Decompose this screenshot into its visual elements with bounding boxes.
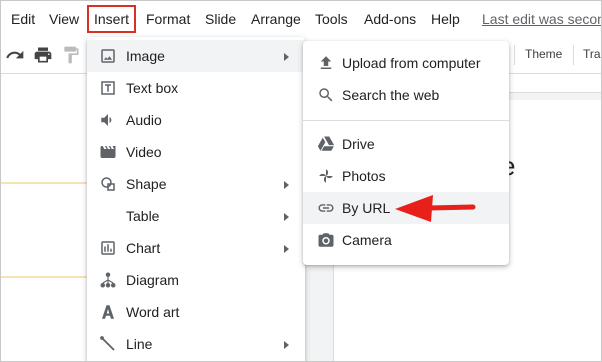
insert-word-art-item[interactable]: Word art [87, 296, 305, 328]
slide-thumbnail-panel [1, 74, 93, 361]
menu-edit[interactable]: Edit [6, 5, 40, 33]
toolbar-divider [514, 45, 515, 65]
menu-arrange[interactable]: Arrange [246, 5, 306, 33]
menu-insert[interactable]: Insert [87, 5, 137, 33]
shape-icon [101, 177, 115, 191]
insert-image-label: Image [126, 48, 165, 64]
upload-from-computer-label: Upload from computer [342, 55, 481, 71]
theme-button[interactable]: Theme [525, 47, 562, 61]
insert-image-item[interactable]: Image [87, 40, 305, 72]
insert-audio-item[interactable]: Audio [87, 104, 305, 136]
print-icon[interactable] [33, 45, 53, 65]
insert-word-art-label: Word art [126, 304, 180, 320]
drive-item[interactable]: Drive [303, 128, 509, 160]
chart-icon [101, 241, 115, 255]
submenu-arrow-icon [284, 213, 289, 221]
menu-view[interactable]: View [44, 5, 84, 33]
redo-icon[interactable] [5, 45, 25, 65]
last-edit-link[interactable]: Last edit was seconds ago [482, 5, 601, 33]
menu-help[interactable]: Help [426, 5, 465, 33]
insert-line-item[interactable]: Line [87, 328, 305, 360]
insert-diagram-label: Diagram [126, 272, 179, 288]
by-url-item[interactable]: By URL [303, 192, 509, 224]
submenu-arrow-icon [284, 181, 289, 189]
insert-menu: Image Text box Audio Video Shape Table C… [87, 37, 305, 361]
insert-chart-label: Chart [126, 240, 161, 256]
photos-item[interactable]: Photos [303, 160, 509, 192]
insert-shape-label: Shape [126, 176, 167, 192]
insert-table-label: Table [126, 208, 160, 224]
text-box-icon [101, 81, 115, 95]
audio-icon [101, 114, 112, 126]
insert-chart-item[interactable]: Chart [87, 232, 305, 264]
insert-table-item[interactable]: Table [87, 200, 305, 232]
search-the-web-label: Search the web [342, 87, 440, 103]
photos-label: Photos [342, 168, 386, 184]
camera-label: Camera [342, 232, 392, 248]
menu-add-ons[interactable]: Add-ons [359, 5, 421, 33]
app-window: Edit View Insert Format Slide Arrange To… [0, 0, 602, 362]
upload-icon [320, 56, 332, 69]
insert-diagram-item[interactable]: Diagram [87, 264, 305, 296]
menu-format[interactable]: Format [141, 5, 195, 33]
transition-button[interactable]: Transition [583, 47, 601, 61]
image-submenu: Upload from computer Search the web Driv… [303, 41, 509, 265]
submenu-arrow-icon [284, 53, 289, 61]
upload-from-computer-item[interactable]: Upload from computer [303, 47, 509, 79]
camera-icon [318, 233, 334, 247]
video-icon [100, 146, 116, 158]
insert-text-box-item[interactable]: Text box [87, 72, 305, 104]
submenu-arrow-icon [284, 245, 289, 253]
word-art-icon [102, 305, 114, 319]
link-icon [318, 204, 334, 212]
menu-tools[interactable]: Tools [310, 5, 353, 33]
toolbar-divider [573, 45, 574, 65]
diagram-icon [100, 272, 116, 288]
photos-icon [319, 169, 333, 183]
insert-line-label: Line [126, 336, 153, 352]
by-url-label: By URL [342, 200, 391, 216]
search-icon [319, 88, 333, 102]
search-the-web-item[interactable]: Search the web [303, 79, 509, 111]
image-icon [101, 49, 115, 63]
insert-video-item[interactable]: Video [87, 136, 305, 168]
submenu-arrow-icon [284, 341, 289, 349]
menu-bar: Edit View Insert Format Slide Arrange To… [1, 1, 601, 37]
drive-label: Drive [342, 136, 375, 152]
camera-item[interactable]: Camera [303, 224, 509, 256]
paint-format-icon[interactable] [61, 45, 81, 65]
insert-shape-item[interactable]: Shape [87, 168, 305, 200]
line-icon [100, 336, 115, 351]
drive-icon [317, 136, 335, 151]
menu-separator [303, 120, 509, 121]
menu-slide[interactable]: Slide [200, 5, 241, 33]
insert-video-label: Video [126, 144, 162, 160]
insert-text-box-label: Text box [126, 80, 179, 96]
slide-thumbnail[interactable] [1, 182, 93, 278]
insert-audio-label: Audio [126, 112, 162, 128]
